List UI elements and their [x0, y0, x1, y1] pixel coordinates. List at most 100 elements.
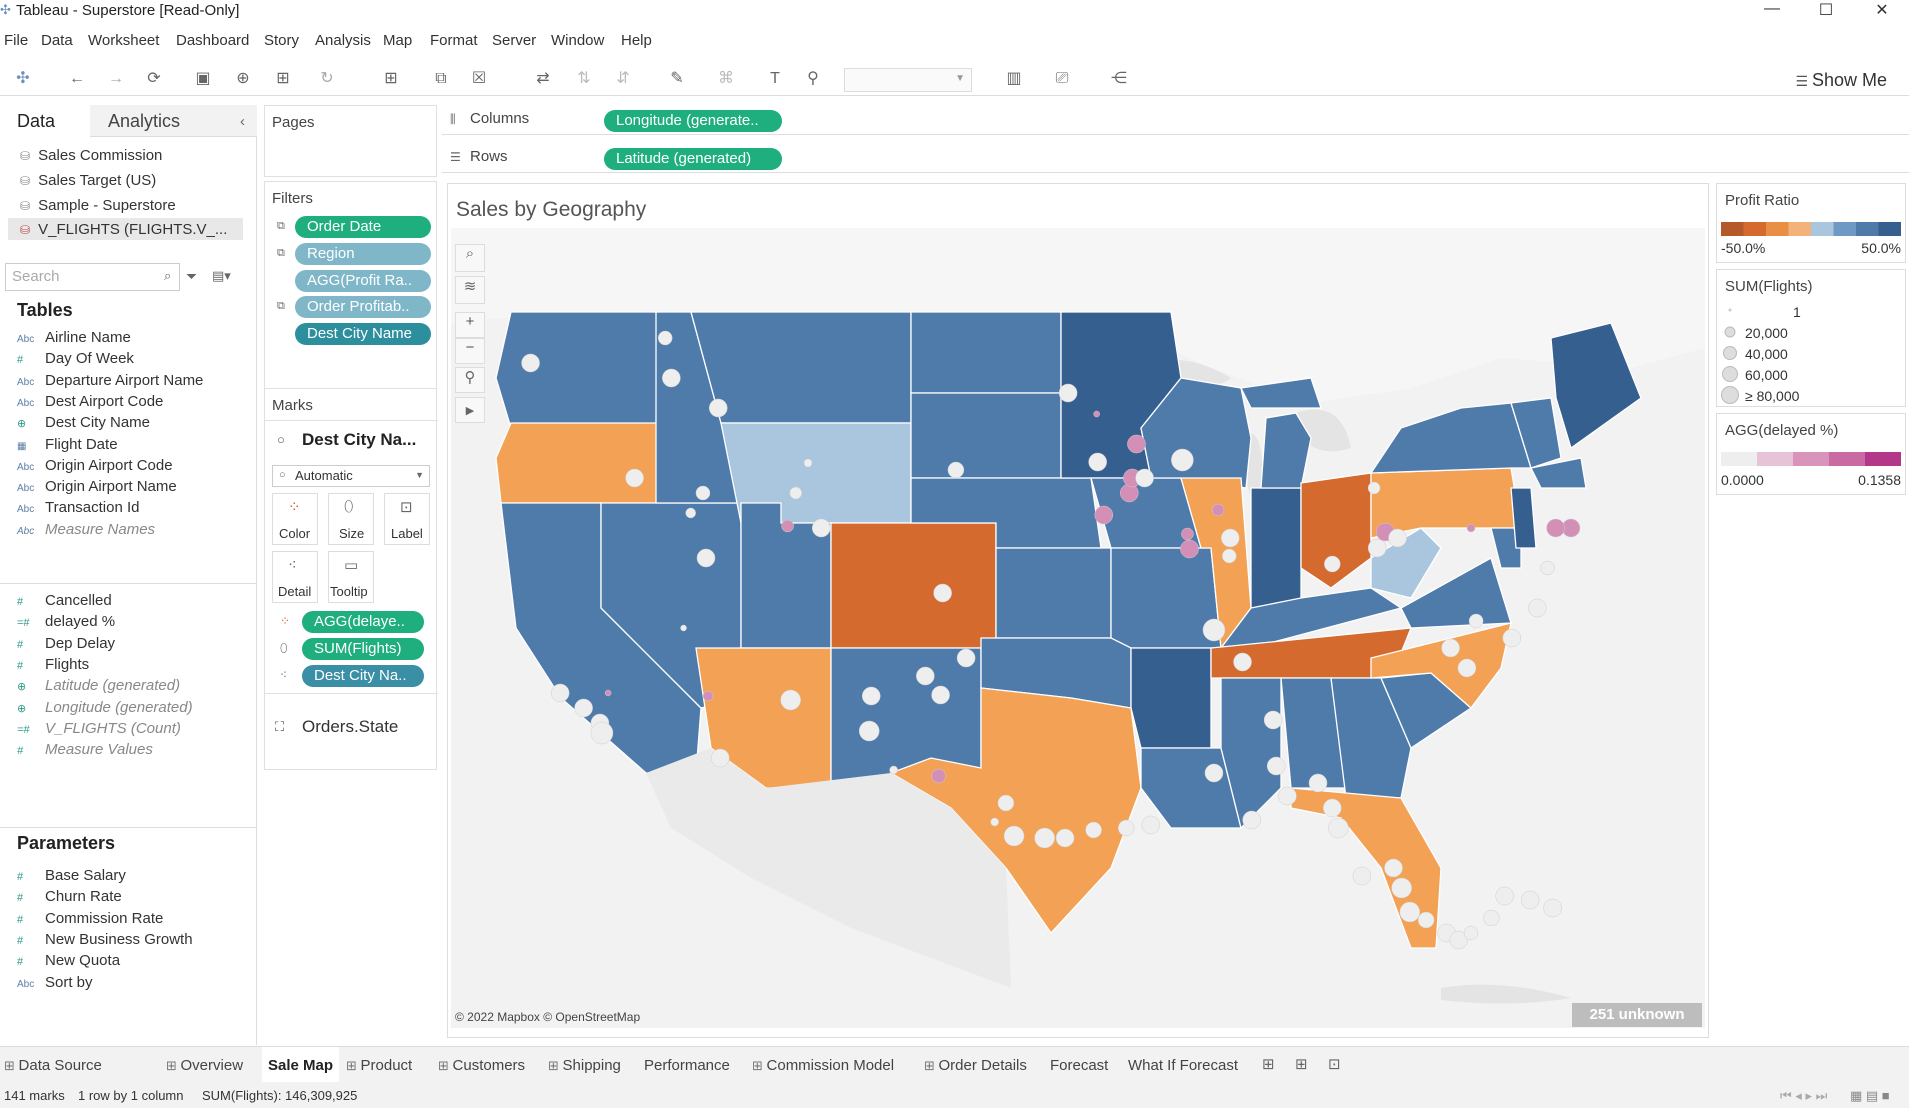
marks-pill-flights[interactable]: SUM(Flights): [302, 638, 424, 660]
minimize-icon[interactable]: —: [1742, 0, 1802, 22]
field-item[interactable]: ⊕ Longitude (generated): [17, 699, 193, 716]
field-item[interactable]: Abc Sort by: [17, 974, 93, 991]
forward-icon[interactable]: →: [105, 68, 127, 90]
state-colorado[interactable]: [830, 522, 997, 649]
city-mark[interactable]: [657, 330, 673, 346]
field-item[interactable]: ⊕ Dest City Name: [17, 414, 150, 431]
city-mark[interactable]: [1171, 448, 1194, 472]
swap-icon[interactable]: ⇄: [532, 68, 554, 90]
city-mark[interactable]: [1384, 858, 1403, 878]
sort-desc-icon[interactable]: ⇵: [612, 68, 634, 90]
pages-card[interactable]: Pages: [264, 105, 437, 177]
field-item[interactable]: # Day Of Week: [17, 350, 134, 367]
field-item[interactable]: Abc Origin Airport Code: [17, 457, 173, 474]
city-mark[interactable]: [990, 817, 999, 827]
sheet-tab[interactable]: ⊞ Shipping: [548, 1057, 621, 1074]
city-mark[interactable]: [1088, 452, 1107, 472]
city-mark[interactable]: [1180, 539, 1199, 559]
rows-shelf[interactable]: ☰ Rows Latitude (generated): [442, 143, 1909, 173]
zoom-in-icon[interactable]: +: [455, 312, 485, 338]
field-item[interactable]: # New Quota: [17, 952, 120, 969]
city-mark[interactable]: [1441, 638, 1460, 658]
city-mark[interactable]: [1278, 786, 1297, 806]
state-oregon[interactable]: [495, 422, 662, 504]
menu-analysis[interactable]: Analysis: [315, 32, 371, 49]
field-item[interactable]: Abc Origin Airport Name: [17, 478, 177, 495]
datasource-item[interactable]: ⛁ Sales Commission: [20, 147, 162, 164]
city-mark[interactable]: [1127, 434, 1146, 454]
sheet-nav-icon[interactable]: ⏮ ◂ ▸ ⏭: [1780, 1088, 1827, 1104]
field-item[interactable]: =# V_FLIGHTS (Count): [17, 720, 181, 737]
city-mark[interactable]: [1328, 817, 1349, 839]
city-mark[interactable]: [1263, 710, 1283, 730]
close-icon[interactable]: ✕: [1852, 0, 1909, 22]
city-mark[interactable]: [1135, 468, 1154, 488]
sheet-tab[interactable]: Forecast: [1050, 1057, 1108, 1074]
share-icon[interactable]: ⋲: [1108, 68, 1130, 90]
city-mark[interactable]: [1520, 890, 1540, 910]
pin-map-icon[interactable]: ⚲: [455, 367, 485, 393]
city-mark[interactable]: [1546, 518, 1565, 538]
show-labels-icon[interactable]: ▥: [1003, 68, 1025, 90]
city-mark[interactable]: [1221, 528, 1240, 548]
map-layers-icon[interactable]: ≋: [455, 276, 485, 304]
city-mark[interactable]: [1367, 481, 1381, 495]
field-item[interactable]: =# delayed %: [17, 613, 115, 630]
new-worksheet-icon[interactable]: ⊞: [380, 68, 402, 90]
city-mark[interactable]: [1181, 527, 1194, 541]
new-datasource-icon[interactable]: ⊕: [232, 68, 254, 90]
new-worksheet-tab-icon[interactable]: ⊞: [1262, 1055, 1275, 1073]
sheet-tab[interactable]: ⊞ Commission Model: [752, 1057, 894, 1074]
city-mark[interactable]: [685, 507, 696, 519]
state-south-dakota[interactable]: [910, 392, 1062, 479]
state-arkansas[interactable]: [1130, 647, 1212, 749]
sheet-tab[interactable]: What If Forecast: [1128, 1057, 1238, 1074]
mark-type-dropdown[interactable]: ○ Automatic ▼: [272, 465, 430, 487]
city-mark[interactable]: [1495, 886, 1514, 906]
search-icon[interactable]: ⌕: [164, 268, 171, 284]
menu-help[interactable]: Help: [621, 32, 652, 49]
field-item[interactable]: Abc Transaction Id: [17, 499, 140, 516]
filter-pill-order-profitability[interactable]: Order Profitab..: [295, 296, 431, 318]
color-button[interactable]: ⁘ Color: [272, 493, 318, 545]
menu-story[interactable]: Story: [264, 32, 299, 49]
field-item[interactable]: # Flights: [17, 656, 89, 673]
city-mark[interactable]: [1094, 505, 1114, 525]
columns-shelf[interactable]: ⫼ Columns Longitude (generate..: [442, 105, 1909, 135]
city-mark[interactable]: [1204, 763, 1224, 783]
sheet-tab[interactable]: ⊞ Customers: [438, 1057, 525, 1074]
city-mark[interactable]: [1308, 773, 1328, 793]
filter-pill-order-date[interactable]: Order Date: [295, 216, 431, 238]
city-mark[interactable]: [1034, 827, 1055, 849]
city-mark[interactable]: [1233, 652, 1252, 672]
pin-icon[interactable]: ⚲: [802, 68, 824, 90]
new-story-tab-icon[interactable]: ⊡: [1328, 1055, 1341, 1073]
menu-dashboard[interactable]: Dashboard: [176, 32, 249, 49]
city-mark[interactable]: [1242, 810, 1261, 830]
show-me-button[interactable]: ☰ Show Me: [1796, 70, 1888, 91]
city-mark[interactable]: [604, 689, 612, 697]
city-mark[interactable]: [889, 765, 898, 775]
view-options-icon[interactable]: ▤▾: [212, 268, 231, 284]
city-mark[interactable]: [708, 398, 728, 418]
tab-data[interactable]: Data: [17, 111, 55, 132]
filter-pill-region[interactable]: Region: [295, 243, 431, 265]
city-mark[interactable]: [1266, 756, 1286, 776]
save-icon[interactable]: ▣: [192, 68, 214, 90]
menu-worksheet[interactable]: Worksheet: [88, 32, 159, 49]
refresh-icon[interactable]: ↻: [316, 68, 338, 90]
city-mark[interactable]: [1055, 828, 1075, 848]
datasource-item[interactable]: ⛁ Sample - Superstore: [20, 197, 176, 214]
city-mark[interactable]: [858, 720, 880, 742]
field-item[interactable]: # Cancelled: [17, 592, 112, 609]
field-item[interactable]: # Base Salary: [17, 867, 126, 884]
sheet-tab[interactable]: ⊞ Order Details: [924, 1057, 1027, 1074]
city-mark[interactable]: [702, 690, 714, 702]
marks-layer-label[interactable]: Dest City Na...: [302, 430, 416, 450]
city-mark[interactable]: [1085, 821, 1102, 839]
highlight-icon[interactable]: ✎: [666, 68, 688, 90]
city-mark[interactable]: [1457, 658, 1477, 678]
presentation-icon[interactable]: ⎚: [1051, 68, 1073, 90]
datasource-item[interactable]: ⛁ Sales Target (US): [20, 172, 156, 189]
tableau-icon[interactable]: ✣: [12, 68, 34, 90]
